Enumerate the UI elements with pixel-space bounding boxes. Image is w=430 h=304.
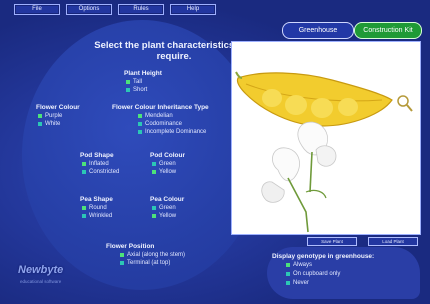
logo-tagline: educational software	[20, 279, 62, 284]
flower-position-terminal-option[interactable]: Terminal (at top)	[120, 260, 170, 266]
newbyte-logo: Newbyte educational software	[14, 262, 84, 292]
inheritance-codominance-option[interactable]: Codominance	[138, 121, 182, 127]
option-marker-icon	[138, 130, 142, 134]
option-marker-icon	[38, 114, 42, 118]
pod-colour-title: Pod Colour	[150, 152, 186, 159]
pea-flower-icon	[261, 121, 337, 233]
logo-name: Newbyte	[18, 264, 64, 276]
menu-bar: File Options Rules Help	[14, 4, 216, 15]
option-label: Purple	[45, 113, 63, 119]
inheritance-type-title: Flower Colour Inheritance Type	[112, 104, 209, 111]
plant-height-short-option[interactable]: Short	[126, 87, 147, 93]
pea-bulge-icon	[311, 98, 333, 118]
option-marker-icon	[120, 261, 124, 265]
option-marker-icon	[152, 170, 156, 174]
flower-position-title: Flower Position	[106, 243, 155, 250]
menu-file[interactable]: File	[14, 4, 60, 15]
pea-colour-yellow-option[interactable]: Yellow	[152, 213, 176, 219]
flower-colour-white-option[interactable]: White	[38, 121, 60, 127]
save-plant-button[interactable]: Save Plant	[307, 237, 357, 246]
option-label: Never	[293, 280, 310, 286]
load-plant-button[interactable]: Load Plant	[368, 237, 418, 246]
pea-shape-wrinkled-option[interactable]: Wrinkled	[82, 213, 112, 219]
option-marker-icon	[126, 88, 130, 92]
option-label: Always	[293, 262, 313, 268]
option-label: Axial (along the stem)	[127, 252, 186, 258]
pod-colour-yellow-option[interactable]: Yellow	[152, 169, 176, 175]
option-marker-icon	[152, 206, 156, 210]
pod-shape-inflated-option[interactable]: Inflated	[82, 161, 109, 167]
genotype-never-option[interactable]: Never	[286, 280, 309, 286]
menu-rules[interactable]: Rules	[118, 4, 164, 15]
plant-height-title: Plant Height	[124, 70, 162, 77]
zoom-magnifier-icon[interactable]	[397, 95, 413, 112]
option-marker-icon	[82, 170, 86, 174]
greenhouse-button[interactable]: Greenhouse	[282, 22, 354, 39]
option-marker-icon	[286, 281, 290, 285]
option-marker-icon	[286, 263, 290, 267]
option-marker-icon	[152, 162, 156, 166]
option-label: Tall	[133, 79, 143, 85]
pea-shape-round-option[interactable]: Round	[82, 205, 107, 211]
option-marker-icon	[126, 80, 130, 84]
option-marker-icon	[138, 114, 142, 118]
option-marker-icon	[120, 253, 124, 257]
pea-colour-title: Pea Colour	[150, 196, 185, 203]
option-label: Green	[159, 205, 176, 211]
option-marker-icon	[152, 214, 156, 218]
genotype-title: Display genotype in greenhouse:	[272, 253, 375, 260]
option-label: Wrinkled	[89, 213, 113, 219]
inheritance-incomplete-option[interactable]: Incomplete Dominance	[138, 129, 206, 135]
pea-pod-icon	[236, 72, 393, 127]
plant-preview-image	[231, 41, 421, 235]
option-marker-icon	[138, 122, 142, 126]
plant-height-tall-option[interactable]: Tall	[126, 79, 142, 85]
option-label: Green	[159, 161, 176, 167]
option-label: On cupboard only	[293, 271, 341, 277]
option-marker-icon	[38, 122, 42, 126]
inheritance-mendelian-option[interactable]: Mendelian	[138, 113, 173, 119]
option-label: Terminal (at top)	[127, 260, 171, 266]
pod-shape-title: Pod Shape	[80, 152, 114, 159]
option-label: Constricted	[89, 169, 120, 175]
pea-colour-green-option[interactable]: Green	[152, 205, 176, 211]
option-label: Incomplete Dominance	[145, 129, 207, 135]
option-marker-icon	[82, 206, 86, 210]
option-marker-icon	[286, 272, 290, 276]
option-label: Mendelian	[145, 113, 173, 119]
pea-bulge-icon	[338, 98, 358, 116]
genotype-always-option[interactable]: Always	[286, 262, 312, 268]
pea-shape-title: Pea Shape	[80, 196, 113, 203]
menu-options[interactable]: Options	[66, 4, 112, 15]
flower-colour-title: Flower Colour	[36, 104, 80, 111]
pea-bulge-icon	[285, 95, 307, 115]
option-label: Codominance	[145, 121, 183, 127]
pea-bulge-icon	[262, 89, 282, 107]
option-label: White	[45, 121, 61, 127]
option-label: Inflated	[89, 161, 109, 167]
option-marker-icon	[82, 162, 86, 166]
option-label: Short	[133, 87, 148, 93]
pod-shape-constricted-option[interactable]: Constricted	[82, 169, 119, 175]
construction-kit-button[interactable]: Construction Kit	[354, 22, 422, 39]
flower-colour-purple-option[interactable]: Purple	[38, 113, 62, 119]
option-label: Yellow	[159, 169, 177, 175]
pod-stem-icon	[235, 71, 243, 79]
plant-preview-svg	[235, 71, 413, 233]
option-label: Round	[89, 205, 107, 211]
genotype-cupboard-option[interactable]: On cupboard only	[286, 271, 340, 277]
pod-colour-green-option[interactable]: Green	[152, 161, 176, 167]
option-label: Yellow	[159, 213, 177, 219]
option-marker-icon	[82, 214, 86, 218]
menu-help[interactable]: Help	[170, 4, 216, 15]
flower-position-axial-option[interactable]: Axial (along the stem)	[120, 252, 185, 258]
